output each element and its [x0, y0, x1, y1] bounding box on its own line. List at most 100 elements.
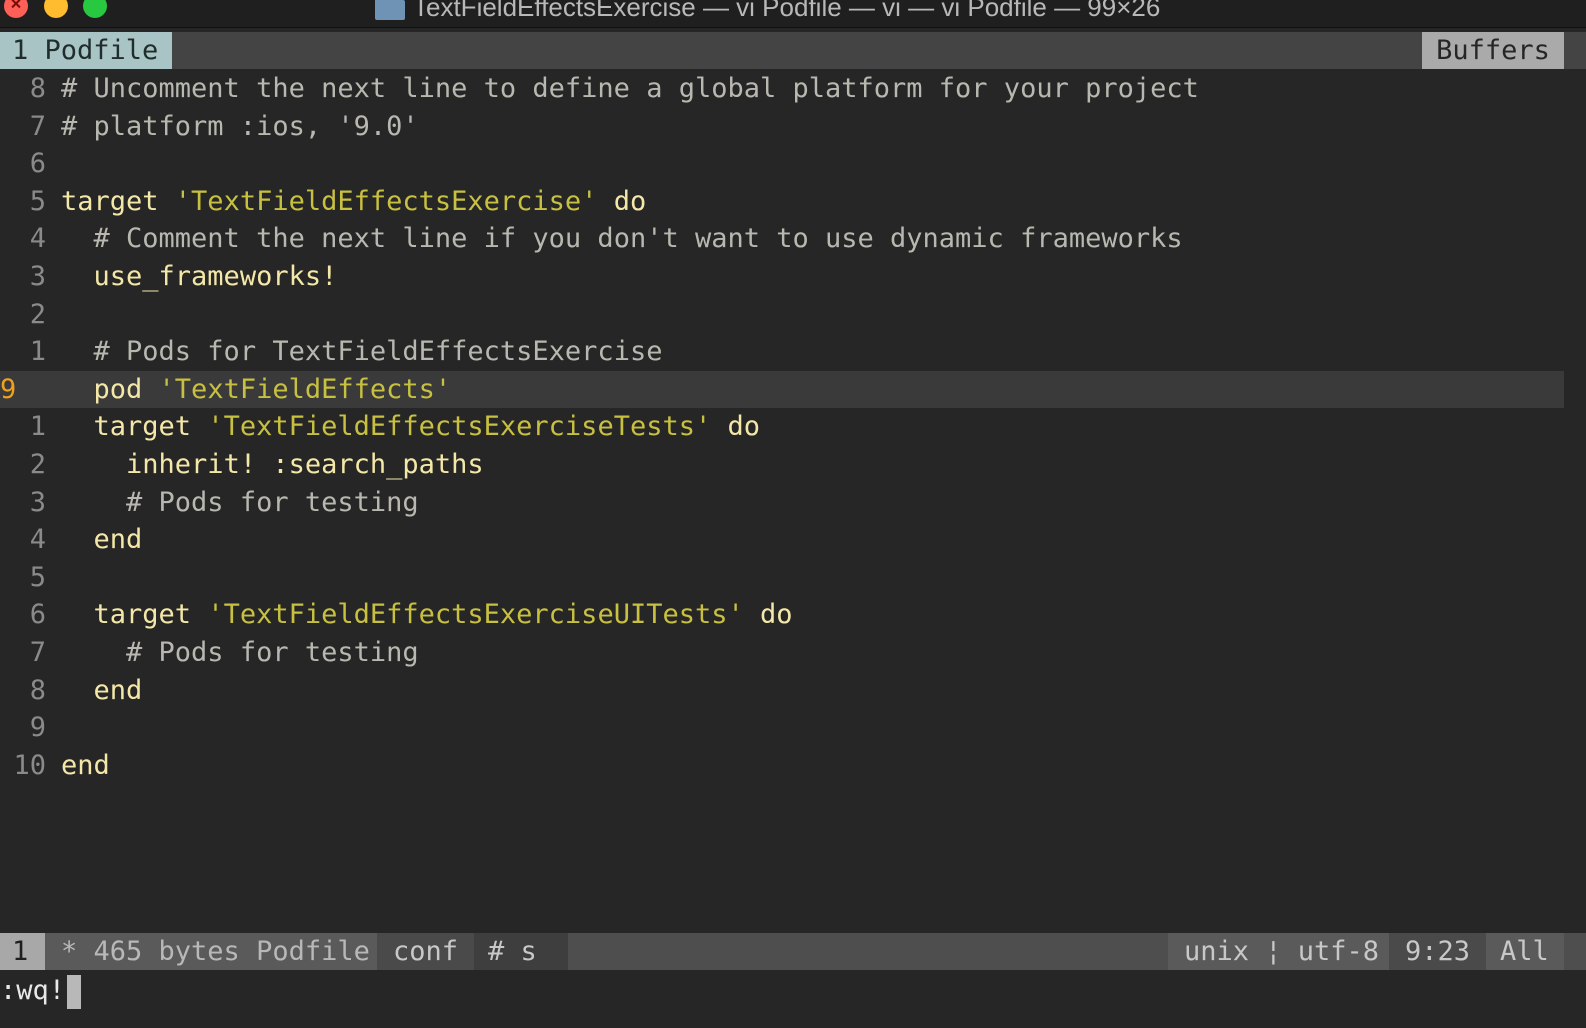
line-number: 6 — [29, 148, 46, 180]
maximize-window-button[interactable] — [83, 0, 107, 18]
editor-line[interactable]: 10 end — [0, 747, 1586, 785]
code-token: 'TextFieldEffectsExerciseUITests' — [207, 599, 744, 631]
status-filetype: conf — [377, 933, 474, 970]
code-token: pod — [93, 373, 159, 405]
line-number: 5 — [29, 185, 46, 217]
line-code: pod 'TextFieldEffects' — [61, 371, 452, 409]
line-number: 3 — [29, 486, 46, 518]
editor-line-current[interactable]: 9 pod 'TextFieldEffects' — [0, 370, 1564, 409]
editor-line[interactable]: 4 # Comment the next line if you don't w… — [0, 220, 1586, 258]
line-number: 10 — [13, 749, 46, 781]
code-token: # Uncomment the next line to define a gl… — [61, 73, 1199, 104]
editor-line[interactable]: 4 end — [0, 521, 1586, 559]
editor-line[interactable]: 1 # Pods for TextFieldEffectsExercise — [0, 333, 1586, 371]
code-token: end — [61, 749, 110, 781]
editor-line[interactable]: 8 # Uncomment the next line to define a g… — [0, 70, 1586, 108]
editor-line[interactable]: 6 — [0, 145, 1586, 183]
code-token: target — [61, 185, 175, 217]
code-token: 'TextFieldEffectsExercise' — [174, 185, 598, 217]
code-token: target — [93, 599, 208, 631]
code-token: # platform :ios, '9.0' — [61, 110, 419, 142]
line-number: 7 — [29, 110, 46, 142]
editor-line[interactable]: 7 # platform :ios, '9.0' — [0, 108, 1586, 146]
line-number: 2 — [29, 448, 46, 480]
code-token: # Comment the next line if you don't wan… — [93, 223, 1183, 255]
status-encoding: unix ¦ utf-8 — [1168, 933, 1389, 970]
line-code: # Pods for testing — [61, 484, 419, 522]
editor-line[interactable]: 2 inherit! :search_paths — [0, 446, 1586, 484]
line-code: end — [61, 672, 143, 710]
command-text: :wq! — [0, 975, 66, 1006]
line-code: target 'TextFieldEffectsExerciseUITests'… — [61, 596, 793, 634]
line-code: target 'TextFieldEffectsExercise' do — [61, 183, 646, 221]
editor-line[interactable]: 5 — [0, 559, 1586, 597]
code-token: do — [743, 599, 793, 631]
line-number: 8 — [29, 674, 46, 706]
editor-line[interactable]: 6 target 'TextFieldEffectsExerciseUITest… — [0, 596, 1586, 634]
minimize-window-button[interactable] — [44, 0, 68, 18]
line-code: # Pods for TextFieldEffectsExercise — [61, 333, 663, 371]
vim-tabline: 1 Podfile Buffers — [0, 32, 1586, 69]
line-code: end — [61, 747, 110, 785]
line-number: 2 — [29, 298, 46, 330]
vim-statusline: 1 * 465 bytes Podfile conf # s unix ¦ ut… — [0, 933, 1586, 970]
line-number: 1 — [29, 411, 46, 443]
status-scroll-percent: All — [1486, 933, 1564, 970]
line-number: 3 — [29, 260, 46, 292]
tab-podfile[interactable]: 1 Podfile — [0, 32, 172, 69]
editor-line[interactable]: 9 — [0, 709, 1586, 747]
line-number: 4 — [29, 223, 46, 255]
status-tag: # s — [474, 933, 568, 970]
line-code: # Uncomment the next line to define a gl… — [61, 70, 1199, 108]
line-code: # Pods for testing — [61, 634, 419, 672]
code-token: # Pods for testing — [126, 486, 419, 518]
vim-command-line[interactable]: :wq! — [0, 972, 82, 1010]
editor-line[interactable]: 3 use_frameworks! — [0, 258, 1586, 296]
code-token: target — [93, 411, 208, 443]
cursor-block — [67, 974, 82, 1009]
line-code: use_frameworks! — [61, 258, 338, 296]
line-code: end — [61, 521, 143, 559]
editor-line[interactable]: 3 # Pods for testing — [0, 484, 1586, 522]
status-file-info: * 465 bytes Podfile — [45, 933, 377, 970]
line-code: # platform :ios, '9.0' — [61, 108, 419, 146]
folder-icon — [375, 0, 405, 20]
line-number: 8 — [29, 73, 46, 104]
close-icon — [11, 0, 20, 8]
line-number: 5 — [29, 561, 46, 593]
editor-line[interactable]: 2 — [0, 296, 1586, 334]
line-number: 9 — [0, 373, 17, 405]
line-number: 6 — [29, 599, 46, 631]
code-token: inherit! :search_paths — [126, 448, 484, 480]
editor-line[interactable]: 8 end — [0, 672, 1586, 710]
editor-line[interactable]: 1 target 'TextFieldEffectsExerciseTests'… — [0, 408, 1586, 446]
line-number: 1 — [29, 336, 46, 368]
window-titlebar: TextFieldEffectsExercise — vi Podfile — … — [0, 0, 1586, 28]
code-token: use_frameworks! — [93, 260, 338, 292]
code-token: 'TextFieldEffects' — [158, 373, 452, 405]
close-window-button[interactable] — [4, 0, 28, 18]
line-code: inherit! :search_paths — [61, 446, 484, 484]
window-title: TextFieldEffectsExercise — vi Podfile — … — [413, 0, 1161, 22]
status-buffer-number: 1 — [0, 933, 45, 970]
code-token: # Pods for testing — [126, 636, 419, 668]
code-token: end — [93, 674, 143, 706]
status-cursor-position: 9:23 — [1389, 933, 1486, 970]
line-code: # Comment the next line if you don't wan… — [61, 220, 1183, 258]
buffers-label: Buffers — [1422, 32, 1564, 69]
line-code: target 'TextFieldEffectsExerciseTests' d… — [61, 408, 761, 446]
code-token: end — [93, 524, 143, 556]
editor-buffer[interactable]: 8 # Uncomment the next line to define a g… — [0, 70, 1586, 932]
line-number: 4 — [29, 524, 46, 556]
editor-line[interactable]: 7 # Pods for testing — [0, 634, 1586, 672]
editor-line[interactable]: 5 target 'TextFieldEffectsExercise' do — [0, 183, 1586, 221]
